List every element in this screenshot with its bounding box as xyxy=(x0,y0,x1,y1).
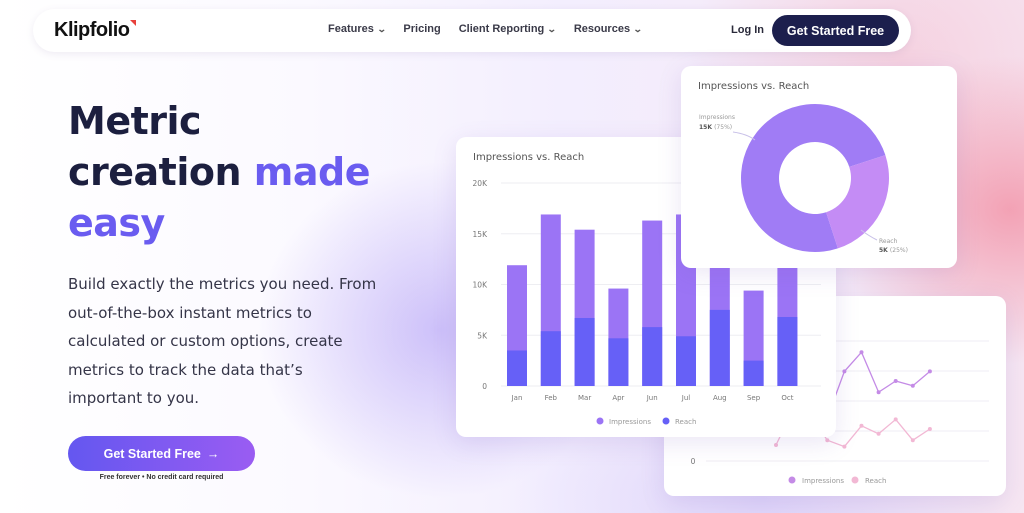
point-reach xyxy=(876,431,881,436)
login-link[interactable]: Log In xyxy=(731,24,764,36)
donut-label-reach: Reach xyxy=(879,238,898,245)
y-tick-label: 0 xyxy=(482,382,487,391)
nav-get-started-button[interactable]: Get Started Free xyxy=(772,15,899,46)
bar-reach xyxy=(642,327,663,386)
bar-reach xyxy=(574,317,595,386)
x-tick-label: Sep xyxy=(747,394,761,402)
y-tick-label: 15K xyxy=(473,230,489,239)
point-impressions xyxy=(893,379,898,383)
point-impressions xyxy=(876,390,881,395)
bar-reach xyxy=(507,350,527,386)
nav-link-label: Features xyxy=(328,23,374,35)
y-tick-label: 5K xyxy=(477,331,488,340)
nav-link-features[interactable]: Features ⌄ xyxy=(328,23,387,35)
nav-link-resources[interactable]: Resources ⌄ xyxy=(573,23,643,35)
headline-line2-dark: creation xyxy=(68,150,242,194)
donut-value-impressions: 15K (75%) xyxy=(699,124,732,131)
x-tick-label: Jul xyxy=(681,394,691,402)
donut-value-reach: 5K (25%) xyxy=(879,247,908,254)
point-impressions xyxy=(842,369,847,374)
headline-line1: Metric xyxy=(68,99,202,143)
bar-reach xyxy=(709,309,730,386)
donut-label-impressions: Impressions xyxy=(699,114,735,121)
donut-chart: Impressions 15K (75%) Reach 5K (25%) xyxy=(699,104,908,254)
point-reach xyxy=(842,444,847,449)
legend-reach-dot xyxy=(851,476,859,484)
chevron-down-icon: ⌄ xyxy=(376,23,387,34)
bar-reach xyxy=(777,316,798,386)
x-tick-label: Oct xyxy=(781,394,793,402)
point-reach xyxy=(774,443,778,447)
x-tick-label: Mar xyxy=(578,394,591,402)
nav-link-label: Pricing xyxy=(403,23,441,35)
hero-get-started-button[interactable]: Get Started Free → xyxy=(68,436,255,471)
top-navigation: Klipfolio Features ⌄ Pricing Client Repo… xyxy=(33,9,911,52)
arrow-right-icon: → xyxy=(206,446,220,461)
point-reach xyxy=(927,427,932,431)
klipfolio-logo[interactable]: Klipfolio xyxy=(54,19,137,42)
donut-leader-impressions xyxy=(732,131,756,141)
nav-link-client-reporting[interactable]: Client Reporting ⌄ xyxy=(458,23,557,35)
bar-reach xyxy=(540,331,561,386)
y-tick-label: 20K xyxy=(473,179,489,188)
point-impressions xyxy=(927,369,932,374)
y-tick-label: 0 xyxy=(691,457,696,466)
legend-impressions-label: Impressions xyxy=(609,418,651,426)
logo-text: Klipfolio xyxy=(54,19,130,41)
headline-line3-accent: easy xyxy=(68,201,165,245)
point-reach xyxy=(825,438,830,443)
headline-line2-accent: made xyxy=(253,150,371,194)
point-impressions xyxy=(859,350,864,355)
donut-slice-reach xyxy=(826,155,889,249)
hero-cta-label: Get Started Free xyxy=(103,446,201,461)
legend-impressions-dot xyxy=(596,417,604,425)
donut-chart-card: Impressions vs. Reach Impressions 15K (75… xyxy=(681,66,957,268)
hero-description: Build exactly the metrics you need. From… xyxy=(68,275,377,407)
point-impressions xyxy=(910,383,915,388)
x-tick-label: Aug xyxy=(713,394,727,402)
nav-links: Features ⌄ Pricing Client Reporting ⌄ Re… xyxy=(328,23,643,35)
nav-link-label: Client Reporting xyxy=(458,23,545,35)
bar-reach xyxy=(608,338,629,386)
x-tick-label: Apr xyxy=(612,394,624,402)
point-reach xyxy=(910,438,915,443)
nav-link-label: Resources xyxy=(573,23,631,35)
page-title: Metric creation made easy xyxy=(68,96,370,249)
fine-print: Free forever • No credit card required xyxy=(99,474,224,481)
donut-leader-reach xyxy=(860,229,878,241)
x-tick-label: Jun xyxy=(646,394,658,402)
bar-reach xyxy=(743,360,764,386)
x-tick-label: Feb xyxy=(545,394,558,402)
y-tick-label: 10K xyxy=(473,281,489,290)
chevron-down-icon: ⌄ xyxy=(547,23,557,34)
legend-impressions-label: Impressions xyxy=(802,477,844,485)
nav-link-pricing[interactable]: Pricing xyxy=(403,23,440,35)
legend-reach-label: Reach xyxy=(675,418,696,426)
x-tick-label: Jan xyxy=(511,394,523,402)
chevron-down-icon: ⌄ xyxy=(632,23,643,34)
point-reach xyxy=(859,423,864,428)
bar-reach xyxy=(676,336,696,386)
legend-reach-dot xyxy=(662,417,670,425)
point-reach xyxy=(893,417,898,422)
logo-mark-icon xyxy=(130,20,137,26)
legend-reach-label: Reach xyxy=(865,477,886,485)
legend-impressions-dot xyxy=(788,476,796,484)
